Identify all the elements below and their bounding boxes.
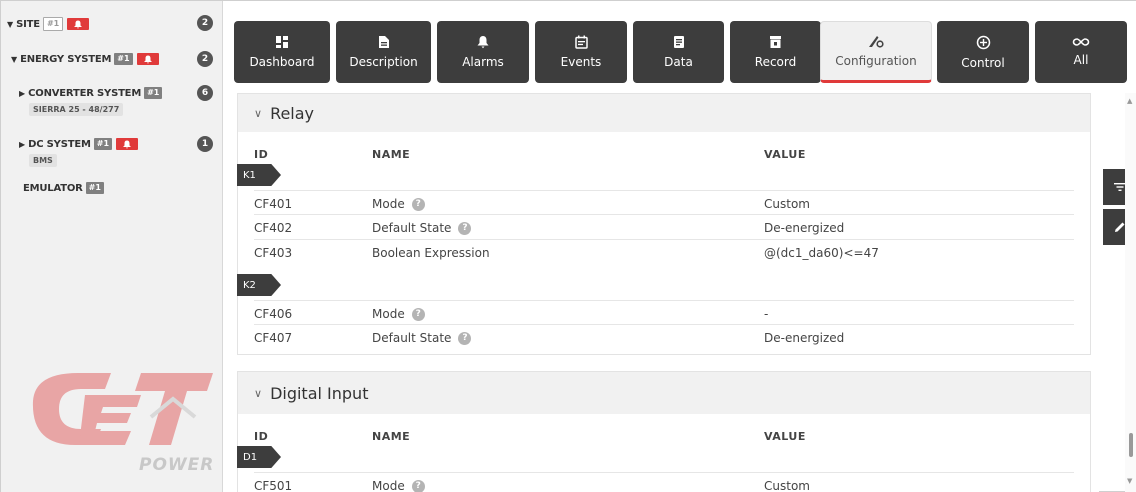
tree-item-converter-system[interactable]: ▶ CONVERTER SYSTEM #1 bbox=[19, 87, 163, 99]
dc-system-count-badge: 1 bbox=[197, 136, 213, 152]
main-toolbar: Dashboard Description Alarms Events Data… bbox=[223, 1, 1136, 93]
scroll-down-icon[interactable]: ▼ bbox=[1127, 477, 1132, 485]
column-header-id: ID bbox=[254, 148, 269, 161]
converter-model-tag: SIERRA 25 - 48/277 bbox=[29, 103, 124, 116]
control-icon bbox=[976, 35, 990, 49]
id-tag: #1 bbox=[42, 17, 64, 31]
column-header-name: NAME bbox=[372, 430, 411, 443]
help-icon[interactable]: ? bbox=[411, 479, 425, 492]
table-row: CF401 Mode? Custom bbox=[254, 190, 1074, 215]
relay-section: ∨ Relay ID NAME VALUE K1 CF401 Mode? Cus… bbox=[237, 93, 1091, 355]
content-scrollbar[interactable]: ▲ ▼ bbox=[1125, 93, 1136, 492]
help-icon[interactable]: ? bbox=[411, 197, 425, 211]
logo-wordmark: POWER bbox=[139, 455, 215, 475]
relay-section-header[interactable]: ∨ Relay bbox=[238, 94, 1090, 132]
tree-item-site[interactable]: ▼ SITE #1 bbox=[7, 17, 90, 31]
converter-system-count-badge: 6 bbox=[197, 85, 213, 101]
alarm-icon bbox=[477, 36, 489, 49]
digital-input-section: ∨ Digital Input ID NAME VALUE D1 CF501 M… bbox=[237, 371, 1091, 492]
dashboard-button[interactable]: Dashboard bbox=[234, 21, 330, 83]
dashboard-icon bbox=[276, 36, 288, 48]
expanded-triangle-icon: ▼ bbox=[7, 19, 14, 29]
tree-item-emulator[interactable]: EMULATOR #1 bbox=[23, 182, 104, 194]
alarm-bell-icon bbox=[67, 18, 90, 30]
record-button[interactable]: Record bbox=[730, 21, 821, 83]
group-tag-k2: K2 bbox=[237, 274, 281, 296]
tree-item-energy-system[interactable]: ▼ ENERGY SYSTEM #1 bbox=[11, 53, 159, 65]
alarm-bell-icon bbox=[136, 53, 159, 65]
device-tree-sidebar: ▼ SITE #1 2 ▼ ENERGY SYSTEM #1 2 ▶ CONVE… bbox=[1, 1, 223, 492]
events-button[interactable]: Events bbox=[535, 21, 627, 83]
collapsed-triangle-icon: ▶ bbox=[19, 88, 26, 98]
calendar-icon bbox=[574, 35, 588, 49]
data-button[interactable]: Data bbox=[633, 21, 724, 83]
collapsed-triangle-icon: ▶ bbox=[19, 139, 26, 149]
digital-input-section-header[interactable]: ∨ Digital Input bbox=[238, 372, 1090, 414]
scroll-up-icon[interactable]: ▲ bbox=[1127, 97, 1132, 105]
help-icon[interactable]: ? bbox=[411, 307, 425, 321]
id-tag: #1 bbox=[144, 87, 163, 99]
group-tag-d1: D1 bbox=[237, 446, 281, 468]
column-header-name: NAME bbox=[372, 148, 411, 161]
table-row: CF407 Default State? De-energized bbox=[254, 331, 845, 345]
dc-system-sub-tag: BMS bbox=[29, 154, 57, 167]
record-icon bbox=[770, 36, 781, 48]
column-header-value: VALUE bbox=[764, 430, 806, 443]
alarm-bell-icon bbox=[116, 138, 139, 150]
logo-mark-icon bbox=[32, 373, 213, 445]
scrollbar-thumb[interactable] bbox=[1129, 433, 1133, 457]
expanded-triangle-icon: ▼ bbox=[11, 54, 18, 64]
group-tag-k1: K1 bbox=[237, 164, 281, 186]
company-logo: POWER bbox=[23, 361, 218, 481]
column-header-value: VALUE bbox=[764, 148, 806, 161]
control-button[interactable]: Control bbox=[937, 21, 1029, 83]
help-icon[interactable]: ? bbox=[458, 221, 472, 235]
configuration-content: ∨ Relay ID NAME VALUE K1 CF401 Mode? Cus… bbox=[223, 93, 1099, 492]
tree-item-dc-system[interactable]: ▶ DC SYSTEM #1 bbox=[19, 138, 139, 150]
help-icon[interactable]: ? bbox=[458, 331, 472, 345]
chevron-down-icon: ∨ bbox=[254, 386, 263, 400]
data-icon bbox=[673, 36, 684, 48]
description-button[interactable]: Description bbox=[336, 21, 431, 83]
energy-system-count-badge: 2 bbox=[197, 51, 213, 67]
site-count-badge: 2 bbox=[197, 15, 213, 31]
id-tag: #1 bbox=[114, 53, 133, 65]
configuration-button[interactable]: Configuration bbox=[820, 21, 932, 83]
chevron-down-icon: ∨ bbox=[254, 106, 263, 120]
configuration-icon bbox=[869, 36, 884, 48]
table-row: CF501 Mode? Custom bbox=[254, 472, 1074, 492]
id-tag: #1 bbox=[93, 138, 113, 150]
table-row: CF406 Mode? - bbox=[254, 300, 1074, 325]
document-icon bbox=[378, 36, 389, 48]
id-tag: #1 bbox=[85, 182, 104, 194]
all-button[interactable]: All bbox=[1035, 21, 1127, 83]
table-row: CF403 Boolean Expression @(dc1_da60)<=47 bbox=[254, 246, 879, 260]
column-header-id: ID bbox=[254, 430, 269, 443]
alarms-button[interactable]: Alarms bbox=[437, 21, 529, 83]
table-row: CF402 Default State? De-energized bbox=[254, 215, 1074, 240]
infinity-icon bbox=[1072, 38, 1090, 46]
